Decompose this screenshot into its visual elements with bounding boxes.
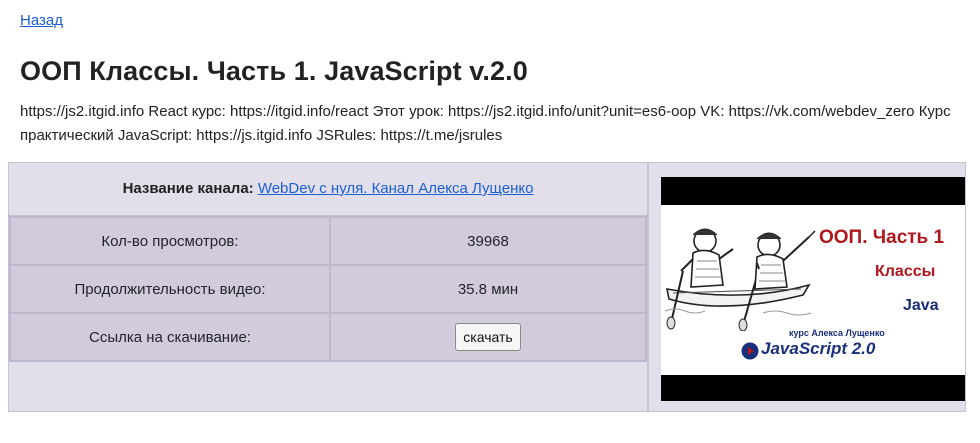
thumbnail-author: курс Алекса Лущенко — [789, 328, 885, 338]
table-row: Продолжительность видео: 35.8 мин — [9, 264, 647, 314]
channel-row: Название канала: WebDev с нуля. Канал Ал… — [9, 163, 647, 216]
video-thumbnail[interactable]: ООП. Часть 1 Классы Java курс Алекса Лущ… — [661, 177, 965, 401]
video-info-panel: Название канала: WebDev с нуля. Канал Ал… — [9, 163, 649, 411]
page-title: ООП Классы. Часть 1. JavaScript v.2.0 — [20, 56, 528, 86]
download-button[interactable]: скачать — [455, 323, 521, 351]
table-row: Кол-во просмотров: 39968 — [9, 216, 647, 266]
channel-label: Название канала: — [122, 180, 254, 197]
thumbnail-subtitle: Классы — [875, 263, 936, 280]
table-row: Ссылка на скачивание: скачать — [9, 312, 647, 362]
thumbnail-image: ООП. Часть 1 Классы Java курс Алекса Лущ… — [661, 205, 965, 375]
views-label: Кол-во просмотров: — [9, 216, 331, 266]
rowers-illustration-icon — [664, 228, 816, 331]
play-logo-icon — [741, 342, 759, 360]
thumbnail-language: Java — [903, 297, 939, 314]
duration-label: Продолжительность видео: — [9, 264, 331, 314]
video-info-card: Название канала: WebDev с нуля. Канал Ал… — [8, 162, 966, 412]
duration-value: 35.8 мин — [329, 264, 647, 314]
download-label: Ссылка на скачивание: — [9, 312, 331, 362]
video-description: https://js2.itgid.info React курс: https… — [20, 103, 951, 144]
channel-link[interactable]: WebDev с нуля. Канал Алекса Лущенко — [258, 180, 534, 197]
video-stats-table: Кол-во просмотров: 39968 Продолжительнос… — [9, 216, 647, 362]
back-link[interactable]: Назад — [20, 12, 63, 29]
download-cell: скачать — [329, 312, 647, 362]
thumbnail-course: JavaScript 2.0 — [761, 339, 876, 358]
views-value: 39968 — [329, 216, 647, 266]
thumbnail-title: ООП. Часть 1 — [819, 227, 945, 248]
